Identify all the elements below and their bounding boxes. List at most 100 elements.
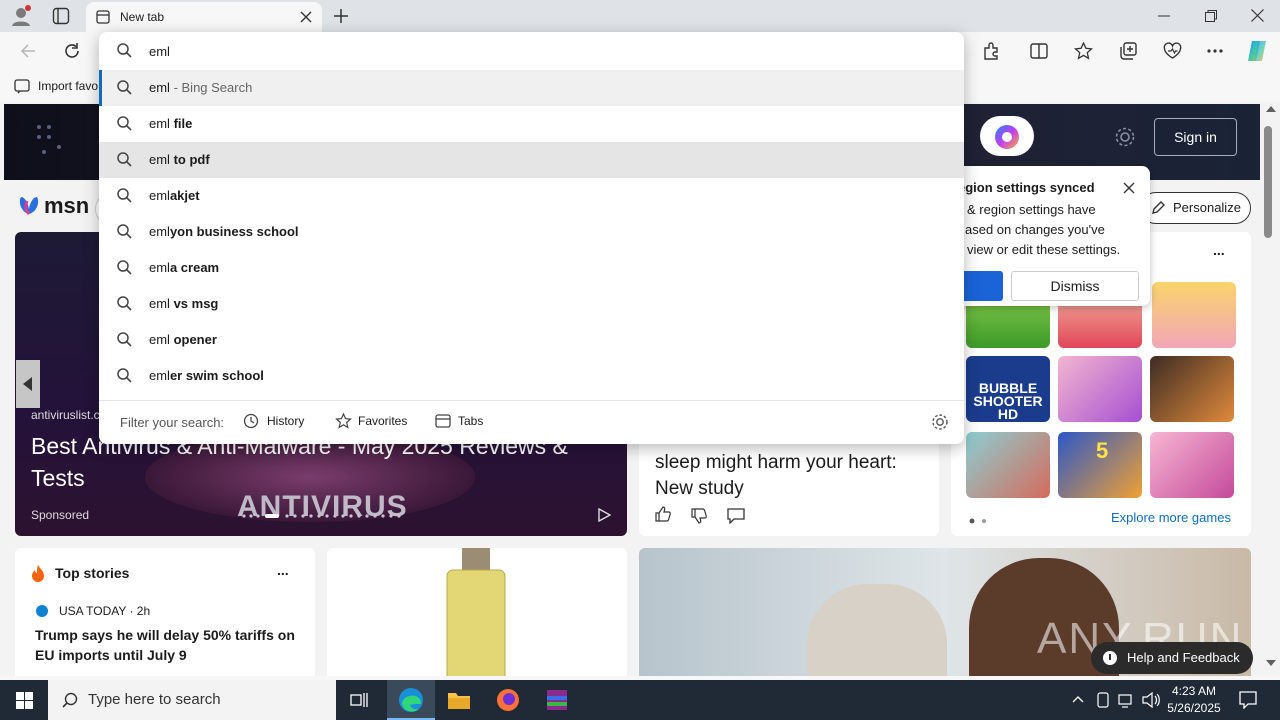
restore-icon[interactable]: [1205, 10, 1217, 22]
tray-device-icon[interactable]: [1096, 692, 1110, 708]
tab-new-tab[interactable]: New tab: [86, 2, 322, 32]
explore-more-games-link[interactable]: Explore more games: [1111, 510, 1231, 525]
suggestion-text: eml to pdf: [149, 152, 210, 167]
bubble-shooter-label: BUBBLE SHOOTER HD: [973, 380, 1043, 422]
suggestion-row[interactable]: emla cream: [99, 250, 964, 286]
game-tile-bubble-shooter[interactable]: BUBBLE SHOOTER HD: [966, 356, 1050, 422]
ad-choices-icon[interactable]: [597, 508, 611, 522]
browser-essentials-icon[interactable]: [1163, 42, 1182, 60]
more-menu-icon[interactable]: [1207, 49, 1223, 53]
suggestion-text: eml - Bing Search: [149, 80, 253, 95]
game-tile-3[interactable]: [1152, 282, 1236, 348]
new-tab-favicon-icon: [96, 10, 110, 24]
filter-history-label: History: [267, 414, 305, 428]
task-view-icon[interactable]: [350, 692, 368, 708]
suggestion-row[interactable]: eml to pdf: [99, 142, 964, 178]
perfume-bottle-image: [443, 548, 509, 676]
top-stories-more-icon[interactable]: ...: [277, 562, 289, 578]
firefox-icon[interactable]: [496, 688, 520, 712]
games-page-dots[interactable]: [969, 518, 989, 524]
suggestion-row[interactable]: emler swim school: [99, 358, 964, 394]
profile-icon[interactable]: [10, 5, 32, 27]
taskbar-edge-button[interactable]: [387, 680, 435, 720]
extensions-icon[interactable]: [982, 42, 1000, 60]
search-icon: [117, 224, 132, 239]
search-settings-gear-icon[interactable]: [931, 413, 949, 431]
clock[interactable]: 4:23 AM 5/26/2025: [1166, 683, 1222, 717]
suggestion-row[interactable]: emlakjet: [99, 178, 964, 214]
file-explorer-icon[interactable]: [447, 690, 471, 710]
toast-line-1: & region settings have: [967, 202, 1096, 217]
notifications-icon[interactable]: [1239, 691, 1257, 709]
collections-icon[interactable]: [1119, 42, 1137, 60]
address-input[interactable]: eml: [149, 44, 170, 59]
copilot-icon[interactable]: [1245, 39, 1269, 63]
perfume-ad-card[interactable]: [327, 548, 627, 676]
toast-primary-button[interactable]: [960, 271, 1003, 301]
search-icon: [117, 260, 132, 275]
scrollbar-thumb[interactable]: [1264, 126, 1272, 238]
dislike-icon[interactable]: [691, 508, 707, 524]
story-title[interactable]: Trump says he will delay 50% tariffs on …: [35, 625, 301, 665]
clock-date: 5/26/2025: [1167, 701, 1221, 715]
sign-in-button[interactable]: Sign in: [1154, 118, 1237, 156]
suggestion-row[interactable]: eml - Bing Search: [99, 70, 964, 106]
scroll-down-icon[interactable]: [1266, 660, 1276, 666]
volume-icon[interactable]: [1142, 692, 1160, 708]
toast-close-icon[interactable]: [1123, 182, 1135, 194]
close-window-icon[interactable]: [1251, 9, 1264, 22]
help-feedback-button[interactable]: Help and Feedback: [1091, 642, 1253, 674]
toast-dismiss-button[interactable]: Dismiss: [1011, 271, 1139, 301]
comment-icon[interactable]: [727, 508, 745, 524]
games-more-icon[interactable]: ...: [1213, 242, 1225, 258]
suggestion-row[interactable]: emlyon business school: [99, 214, 964, 250]
tray-chevron-up-icon[interactable]: [1072, 695, 1084, 703]
back-icon[interactable]: [20, 43, 36, 59]
carousel-dots[interactable]: [241, 513, 411, 519]
taskbar-search-box[interactable]: Type here to search: [48, 680, 336, 720]
search-icon: [117, 188, 132, 203]
game-tile-9[interactable]: [1150, 432, 1234, 498]
game-tile-7[interactable]: [966, 432, 1050, 498]
scroll-up-icon[interactable]: [1266, 106, 1276, 112]
game-tile-8-label: 5: [1096, 438, 1109, 463]
split-screen-icon[interactable]: [1030, 42, 1048, 60]
help-icon: [1103, 651, 1117, 665]
top-stories-heading: Top stories: [55, 565, 130, 581]
import-favorites-link[interactable]: Import favo: [38, 79, 98, 93]
msn-logo[interactable]: msn: [44, 193, 89, 219]
page-settings-icon[interactable]: [1114, 126, 1136, 148]
personalize-button[interactable]: Personalize: [1140, 192, 1251, 224]
personalize-label: Personalize: [1173, 200, 1241, 215]
winrar-icon[interactable]: [545, 688, 569, 712]
network-icon[interactable]: [1118, 692, 1136, 708]
game-tile-8[interactable]: 5: [1058, 432, 1142, 498]
suggestion-row[interactable]: eml file: [99, 106, 964, 142]
search-icon: [117, 80, 132, 95]
copilot-search-button[interactable]: [980, 116, 1034, 156]
game-tile-6[interactable]: [1150, 356, 1234, 422]
help-feedback-label: Help and Feedback: [1127, 650, 1240, 665]
close-tab-icon[interactable]: [300, 11, 312, 23]
suggestion-row[interactable]: eml opener: [99, 322, 964, 358]
refresh-icon[interactable]: [63, 42, 81, 60]
minimize-icon[interactable]: [1158, 15, 1170, 17]
suggestion-text: emla cream: [149, 260, 220, 275]
edge-icon: [398, 687, 424, 713]
chevron-left-icon: [23, 377, 33, 391]
game-tile-5[interactable]: [1058, 356, 1142, 422]
taskbar-search-placeholder: Type here to search: [88, 691, 221, 708]
suggestion-row[interactable]: eml vs msg: [99, 286, 964, 322]
tab-actions-icon[interactable]: [52, 7, 70, 25]
search-icon: [117, 152, 132, 167]
new-tab-plus-icon[interactable]: [333, 8, 349, 24]
copilot-logo-icon: [993, 123, 1021, 151]
carousel-prev-button[interactable]: [16, 360, 40, 408]
history-icon: [243, 413, 259, 429]
news-title[interactable]: sleep might harm your heart: New study: [655, 450, 929, 502]
favorites-star-icon[interactable]: [1074, 42, 1093, 60]
windows-start-icon[interactable]: [16, 692, 33, 709]
address-input-row[interactable]: eml: [99, 32, 964, 70]
like-icon[interactable]: [655, 506, 671, 522]
msn-butterfly-icon: [16, 192, 42, 218]
